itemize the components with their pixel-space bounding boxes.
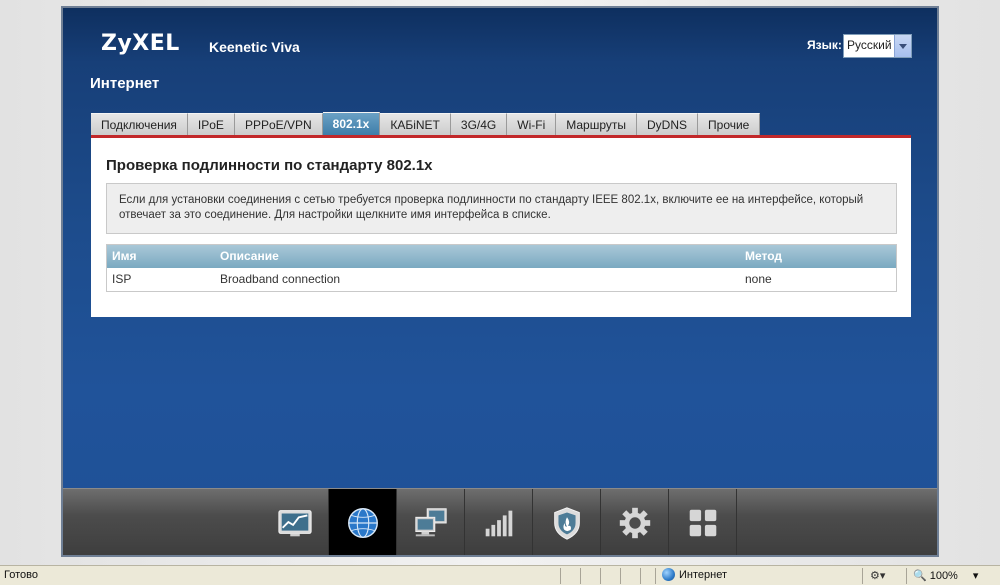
tab-pppoe-vpn[interactable]: PPPoE/VPN: [234, 113, 323, 137]
tab-dydns[interactable]: DyDNS: [637, 113, 699, 137]
tab-8021x[interactable]: 802.1x: [322, 112, 381, 137]
dock-home-network-button[interactable]: [397, 489, 465, 555]
internet-zone-icon: [662, 568, 675, 581]
language-select[interactable]: Русский: [843, 34, 912, 58]
status-text: Готово: [4, 569, 38, 581]
magnifier-icon: 🔍: [913, 570, 927, 582]
zoom-control[interactable]: 🔍 100% ▾: [913, 569, 979, 583]
tab-3g4g[interactable]: 3G/4G: [450, 113, 508, 137]
status-divider: [580, 568, 581, 584]
column-header-description[interactable]: Описание: [214, 245, 739, 268]
zone-label: Интернет: [679, 568, 727, 581]
apps-grid-icon: [689, 509, 716, 536]
dock-security-button[interactable]: [533, 489, 601, 555]
zyxel-logo: ZyXEL: [101, 31, 180, 56]
language-label: Язык:: [807, 38, 842, 52]
router-ui-frame: ZyXEL Keenetic Viva Язык: Русский Интерн…: [61, 6, 939, 557]
column-header-method[interactable]: Метод: [739, 245, 896, 268]
status-divider: [640, 568, 641, 584]
monitor-chart-icon: [277, 509, 312, 536]
tab-routes[interactable]: Маршруты: [556, 113, 637, 137]
info-box: Если для установки соединения с сетью тр…: [106, 183, 897, 234]
tab-ipoe[interactable]: IPoE: [187, 113, 235, 137]
status-divider: [620, 568, 621, 584]
shield-icon: [553, 506, 580, 540]
column-header-name[interactable]: Имя: [107, 245, 214, 268]
tab-other[interactable]: Прочие: [698, 113, 761, 137]
security-zone[interactable]: Интернет: [662, 568, 727, 581]
interfaces-table: Имя Описание Метод ISP Broadband connect…: [106, 244, 897, 292]
chevron-down-icon: ▾: [972, 570, 979, 582]
dock-wifi-button[interactable]: [465, 489, 533, 555]
chevron-down-icon[interactable]: [894, 35, 911, 57]
status-divider: [560, 568, 561, 584]
gear-icon: [619, 507, 650, 538]
content-panel: Проверка подлинности по стандарту 802.1x…: [91, 135, 911, 317]
protected-mode-icon[interactable]: ⚙▾: [870, 569, 885, 582]
status-divider: [862, 568, 863, 584]
table-header: Имя Описание Метод: [107, 245, 896, 268]
dock-apps-button[interactable]: [669, 489, 737, 555]
cell-method: none: [745, 272, 772, 286]
status-divider: [600, 568, 601, 584]
network-computers-icon: [414, 507, 447, 536]
browser-status-bar: Готово Интернет ⚙▾ 🔍 100% ▾: [0, 565, 1000, 585]
dock-system-button[interactable]: [601, 489, 669, 555]
section-title: Интернет: [90, 75, 160, 92]
language-value: Русский: [847, 38, 892, 52]
model-name: Keenetic Viva: [209, 39, 300, 55]
content-heading: Проверка подлинности по стандарту 802.1x: [106, 157, 433, 174]
tab-kabinet[interactable]: КАБiNET: [380, 113, 451, 137]
dock-monitor-button[interactable]: [261, 489, 329, 555]
globe-icon: [347, 507, 378, 538]
cell-interface-name[interactable]: ISP: [107, 268, 214, 291]
cell-description: Broadband connection: [220, 272, 341, 286]
zoom-level: 100%: [929, 569, 958, 582]
tab-connections[interactable]: Подключения: [91, 113, 188, 137]
dock-internet-button[interactable]: [329, 489, 397, 555]
bottom-dock: [63, 488, 937, 555]
signal-bars-icon: [485, 510, 512, 536]
table-row[interactable]: ISP Broadband connection none: [107, 268, 896, 291]
status-divider: [655, 568, 656, 584]
tab-bar: Подключения IPoE PPPoE/VPN 802.1x КАБiNE…: [91, 112, 761, 137]
tab-wifi[interactable]: Wi-Fi: [507, 113, 557, 137]
status-divider: [906, 568, 907, 584]
